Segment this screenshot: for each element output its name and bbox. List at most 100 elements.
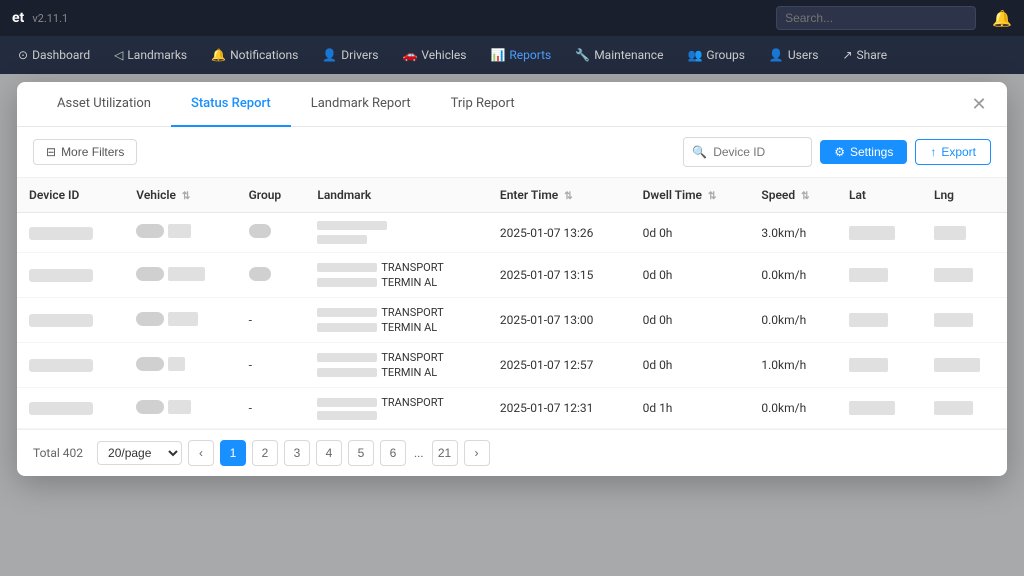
table-header-row: Device ID Vehicle ⇅ Group Landmark xyxy=(17,178,1007,213)
pagination-page-4[interactable]: 4 xyxy=(316,440,342,466)
reports-icon: 📊 xyxy=(490,48,505,62)
cell-dwell-time: 0d 0h xyxy=(631,298,750,343)
nav-landmarks-label: Landmarks xyxy=(127,48,187,62)
tab-asset-utilization[interactable]: Asset Utilization xyxy=(37,82,171,127)
pagination-page-21[interactable]: 21 xyxy=(432,440,458,466)
pagination-page-6[interactable]: 6 xyxy=(380,440,406,466)
cell-speed: 3.0km/h xyxy=(749,213,837,253)
col-vehicle[interactable]: Vehicle ⇅ xyxy=(124,178,236,213)
cell-landmark: TRANSPORT TERMIN AL xyxy=(305,343,488,388)
app-version: v2.11.1 xyxy=(32,12,68,25)
cell-landmark: TRANSPORT TERMIN AL xyxy=(305,253,488,298)
cell-group xyxy=(237,213,306,253)
col-lat: Lat xyxy=(837,178,922,213)
cell-vehicle: ...05 xyxy=(124,213,236,253)
cell-device-id: 863740065... xyxy=(17,253,124,298)
modal-tabs: Asset Utilization Status Report Landmark… xyxy=(37,82,535,126)
cell-speed: 0.0km/h xyxy=(749,298,837,343)
nav-vehicles[interactable]: 🚗 Vehicles xyxy=(392,42,476,68)
vehicles-icon: 🚗 xyxy=(402,48,417,62)
cell-group: - xyxy=(237,388,306,429)
cell-vehicle: ...305 xyxy=(124,298,236,343)
nav-groups[interactable]: 👥 Groups xyxy=(677,42,754,68)
cell-device-id: 865648060... xyxy=(17,298,124,343)
nav-notifications-label: Notifications xyxy=(230,48,298,62)
per-page-select[interactable]: 20/page 50/page 100/page xyxy=(97,441,182,465)
pagination-page-3[interactable]: 3 xyxy=(284,440,310,466)
nav-share[interactable]: ↗ Share xyxy=(832,42,897,68)
pagination-page-5[interactable]: 5 xyxy=(348,440,374,466)
cell-vehicle: ...1224 xyxy=(124,253,236,298)
cell-speed: 1.0km/h xyxy=(749,343,837,388)
cell-landmark xyxy=(305,213,488,253)
cell-group: - xyxy=(237,298,306,343)
users-icon: 👤 xyxy=(769,48,784,62)
nav-share-label: Share xyxy=(857,48,888,62)
pagination-page-1[interactable]: 1 xyxy=(220,440,246,466)
tab-status-report[interactable]: Status Report xyxy=(171,82,291,127)
pagination: Total 402 20/page 50/page 100/page ‹ 1 2… xyxy=(17,429,1007,476)
nav-dashboard[interactable]: ⊙ Dashboard xyxy=(8,42,100,68)
topbar-search-input[interactable] xyxy=(776,6,976,30)
cell-enter-time: 2025-01-07 13:15 xyxy=(488,253,631,298)
app-name: et xyxy=(12,10,24,26)
nav-reports-label: Reports xyxy=(509,48,551,62)
pagination-prev[interactable]: ‹ xyxy=(188,440,214,466)
cell-lat: ...756... xyxy=(837,343,922,388)
table-row: 863740062......05 2025-01-07 13:260d 0h3… xyxy=(17,213,1007,253)
notifications-icon: 🔔 xyxy=(211,48,226,62)
nav-users-label: Users xyxy=(788,48,819,62)
cell-dwell-time: 0d 1h xyxy=(631,388,750,429)
bell-icon[interactable]: 🔔 xyxy=(992,9,1012,28)
close-button[interactable]: ✕ xyxy=(967,92,991,116)
maintenance-icon: 🔧 xyxy=(575,48,590,62)
pagination-next[interactable]: › xyxy=(464,440,490,466)
nav-groups-label: Groups xyxy=(706,48,745,62)
tab-landmark-report[interactable]: Landmark Report xyxy=(291,82,431,127)
cell-vehicle: ...79 xyxy=(124,388,236,429)
search-icon: 🔍 xyxy=(692,145,707,159)
navmenu: ⊙ Dashboard ◁ Landmarks 🔔 Notifications … xyxy=(0,36,1024,74)
cell-enter-time: 2025-01-07 12:31 xyxy=(488,388,631,429)
pagination-ellipsis: ... xyxy=(412,446,426,460)
device-id-search[interactable]: 🔍 xyxy=(683,137,812,167)
cell-lat: ...6923... xyxy=(837,213,922,253)
col-speed[interactable]: Speed ⇅ xyxy=(749,178,837,213)
nav-users[interactable]: 👤 Users xyxy=(759,42,829,68)
device-id-input[interactable] xyxy=(713,145,803,159)
table-row: 865648060......79- TRANSPORT 2025-01-07 … xyxy=(17,388,1007,429)
nav-notifications[interactable]: 🔔 Notifications xyxy=(201,42,308,68)
cell-lat: ...759... xyxy=(837,253,922,298)
modal-overlay: Asset Utilization Status Report Landmark… xyxy=(0,74,1024,576)
nav-maintenance-label: Maintenance xyxy=(594,48,663,62)
cell-dwell-time: 0d 0h xyxy=(631,213,750,253)
tab-trip-report[interactable]: Trip Report xyxy=(431,82,535,127)
settings-icon: ⚙ xyxy=(834,145,845,159)
filter-icon: ⊟ xyxy=(46,145,56,159)
nav-maintenance[interactable]: 🔧 Maintenance xyxy=(565,42,673,68)
nav-reports[interactable]: 📊 Reports xyxy=(480,42,561,68)
landmarks-icon: ◁ xyxy=(114,48,123,62)
cell-vehicle: ...1 xyxy=(124,343,236,388)
export-button[interactable]: ↑ Export xyxy=(915,139,991,165)
cell-group: - xyxy=(237,343,306,388)
settings-button[interactable]: ⚙ Settings xyxy=(820,140,907,164)
modal-toolbar: ⊟ More Filters 🔍 ⚙ Settings ↑ Export xyxy=(17,127,1007,178)
col-landmark: Landmark xyxy=(305,178,488,213)
nav-vehicles-label: Vehicles xyxy=(421,48,466,62)
topbar: et v2.11.1 🔔 xyxy=(0,0,1024,36)
table-row: 865648060......305- TRANSPORT TERMIN AL … xyxy=(17,298,1007,343)
drivers-icon: 👤 xyxy=(322,48,337,62)
cell-lat: ...758... xyxy=(837,298,922,343)
dashboard-icon: ⊙ xyxy=(18,48,28,62)
modal: Asset Utilization Status Report Landmark… xyxy=(17,82,1007,476)
cell-lng: ...7069... xyxy=(922,343,1007,388)
col-lng: Lng xyxy=(922,178,1007,213)
col-dwell-time[interactable]: Dwell Time ⇅ xyxy=(631,178,750,213)
more-filters-button[interactable]: ⊟ More Filters xyxy=(33,139,137,165)
nav-drivers[interactable]: 👤 Drivers xyxy=(312,42,388,68)
cell-lng: ...707... xyxy=(922,253,1007,298)
nav-landmarks[interactable]: ◁ Landmarks xyxy=(104,42,197,68)
col-enter-time[interactable]: Enter Time ⇅ xyxy=(488,178,631,213)
pagination-page-2[interactable]: 2 xyxy=(252,440,278,466)
